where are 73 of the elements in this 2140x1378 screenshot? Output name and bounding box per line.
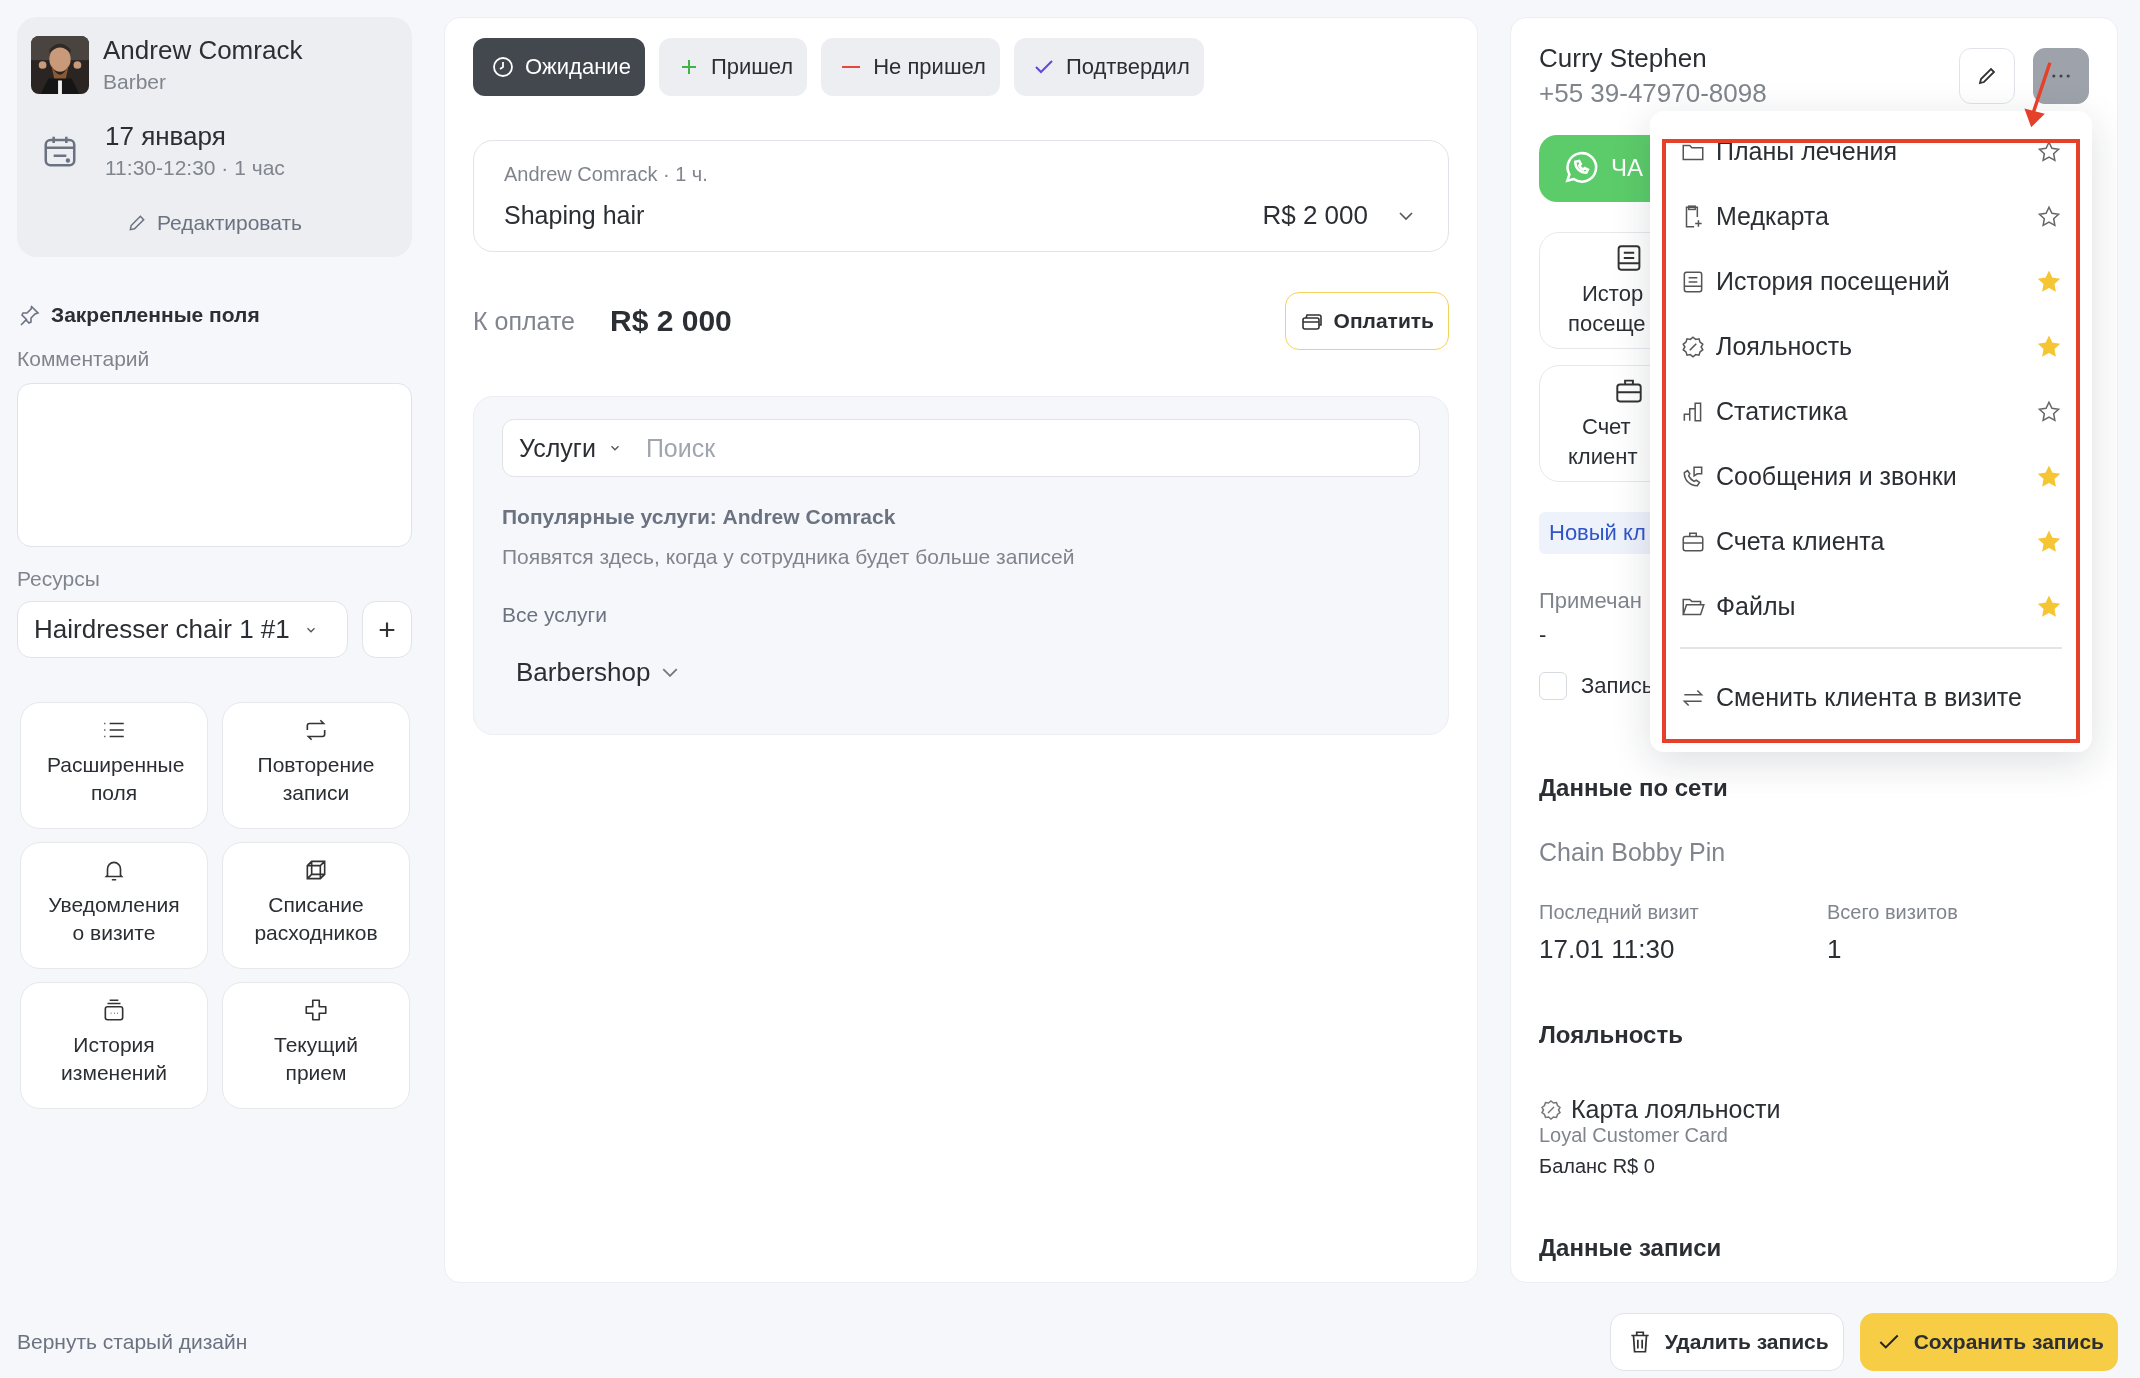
staff-role: Barber	[103, 69, 168, 95]
field-label: Примечан	[1539, 588, 1642, 614]
menu-item[interactable]: Сообщения и звонки	[1680, 444, 2062, 509]
action-tile[interactable]: История изменений	[20, 982, 208, 1109]
status-button[interactable]: Не пришел	[821, 38, 1000, 96]
loyalty-card-title: Карта лояльности	[1571, 1095, 1781, 1124]
edit-button[interactable]	[1959, 48, 2015, 104]
section-title: Лояльность	[1539, 1021, 1683, 1049]
menu-item[interactable]: Планы лечения	[1680, 119, 2062, 184]
section-title: Все услуги	[502, 603, 607, 627]
menu-item[interactable]: Лояльность	[1680, 314, 2062, 379]
status-button[interactable]: Подтвердил	[1013, 38, 1204, 96]
stat-value: 17.01 11:30	[1539, 934, 1676, 965]
menu-item[interactable]: Сменить клиента в визите	[1680, 665, 2062, 730]
field-value: -	[1539, 622, 1547, 648]
section-title: Данные по сети	[1539, 774, 1728, 802]
section-title: Популярные услуги: Andrew Comrack	[502, 505, 896, 529]
menu-item[interactable]: Счета клиента	[1680, 509, 2062, 574]
client-phone: +55 39-47970-8098	[1539, 78, 1768, 109]
action-tile[interactable]: Списание расходников	[222, 842, 410, 969]
delete-button[interactable]: Удалить запись	[1609, 1313, 1844, 1371]
cross-icon	[303, 997, 329, 1023]
stat-label: Последний визит	[1539, 901, 1700, 924]
action-tile[interactable]: Повторение записи	[222, 702, 410, 829]
menu-item[interactable]: Файлы	[1680, 574, 2062, 639]
service-meta: Andrew Comrack · 1 ч.	[504, 163, 709, 186]
search-field[interactable]: Услуги Поиск	[502, 419, 1420, 477]
action-tile[interactable]: Расширенные поля	[20, 702, 208, 829]
chevron-down-icon	[662, 668, 679, 677]
document-icon	[1616, 244, 1642, 271]
loyalty-card-name: Loyal Customer Card	[1539, 1124, 1728, 1147]
status-button[interactable]: Пришел	[658, 38, 808, 96]
hint-text: Появятся здесь, когда у сотрудника будет больше записей	[502, 545, 1075, 569]
action-tile[interactable]: Текущий прием	[222, 982, 410, 1109]
stat-label: Всего визитов	[1827, 901, 1958, 924]
service-name: Shaping hair	[504, 201, 646, 230]
chain-name: Chain Bobby Pin	[1539, 838, 1726, 867]
appointment-date: 17 января	[105, 120, 227, 153]
action-tile[interactable]: Уведомления о визите	[20, 842, 208, 969]
checkbox-label: Запись	[1581, 673, 1654, 699]
category-group[interactable]: Barbershop	[502, 651, 693, 694]
client-name: Curry Stephen	[1539, 42, 1708, 75]
service-price: R$ 2 000	[1262, 200, 1368, 231]
add-button[interactable]: +	[362, 601, 412, 658]
minus-icon	[842, 66, 861, 68]
section-title: Закрепленные поля	[51, 303, 260, 327]
discount-badge-icon	[1539, 1097, 1563, 1122]
comment-field[interactable]	[17, 383, 412, 547]
menu-item[interactable]: Статистика	[1680, 379, 2062, 444]
pay-button[interactable]: Оплатить	[1284, 292, 1449, 350]
menu-item[interactable]: Медкарта	[1680, 184, 2062, 249]
field-label: Ресурсы	[17, 567, 101, 591]
loyalty-balance: Баланс R$ 0	[1539, 1155, 1655, 1178]
edit-button[interactable]: Редактировать	[120, 205, 309, 241]
checkbox[interactable]	[1539, 672, 1567, 700]
stat-value: 1	[1827, 934, 1843, 965]
clock-icon	[491, 55, 515, 79]
more-icon	[2052, 74, 2070, 78]
appointment-time: 11:30-12:30 · 1 час	[105, 155, 285, 181]
field-label: Комментарий	[17, 347, 151, 371]
pencil-icon	[126, 213, 147, 233]
save-button[interactable]: Сохранить запись	[1859, 1313, 2118, 1371]
resource-dropdown[interactable]: Hairdresser chair 1 #1	[17, 601, 348, 658]
status-button[interactable]: Ожидание	[473, 38, 645, 96]
old-design-link[interactable]: Вернуть старый дизайн	[17, 1330, 1594, 1354]
menu-item[interactable]: История посещений	[1680, 249, 2062, 314]
payment-amount: R$ 2 000	[610, 304, 733, 338]
category-dropdown[interactable]: Услуги	[519, 433, 622, 463]
briefcase-icon	[1616, 377, 1642, 404]
section-title: Данные записи	[1539, 1234, 1722, 1262]
staff-name: Andrew Comrack	[103, 34, 303, 67]
more-button[interactable]	[2033, 48, 2089, 104]
payment-label: К оплате	[473, 306, 576, 336]
